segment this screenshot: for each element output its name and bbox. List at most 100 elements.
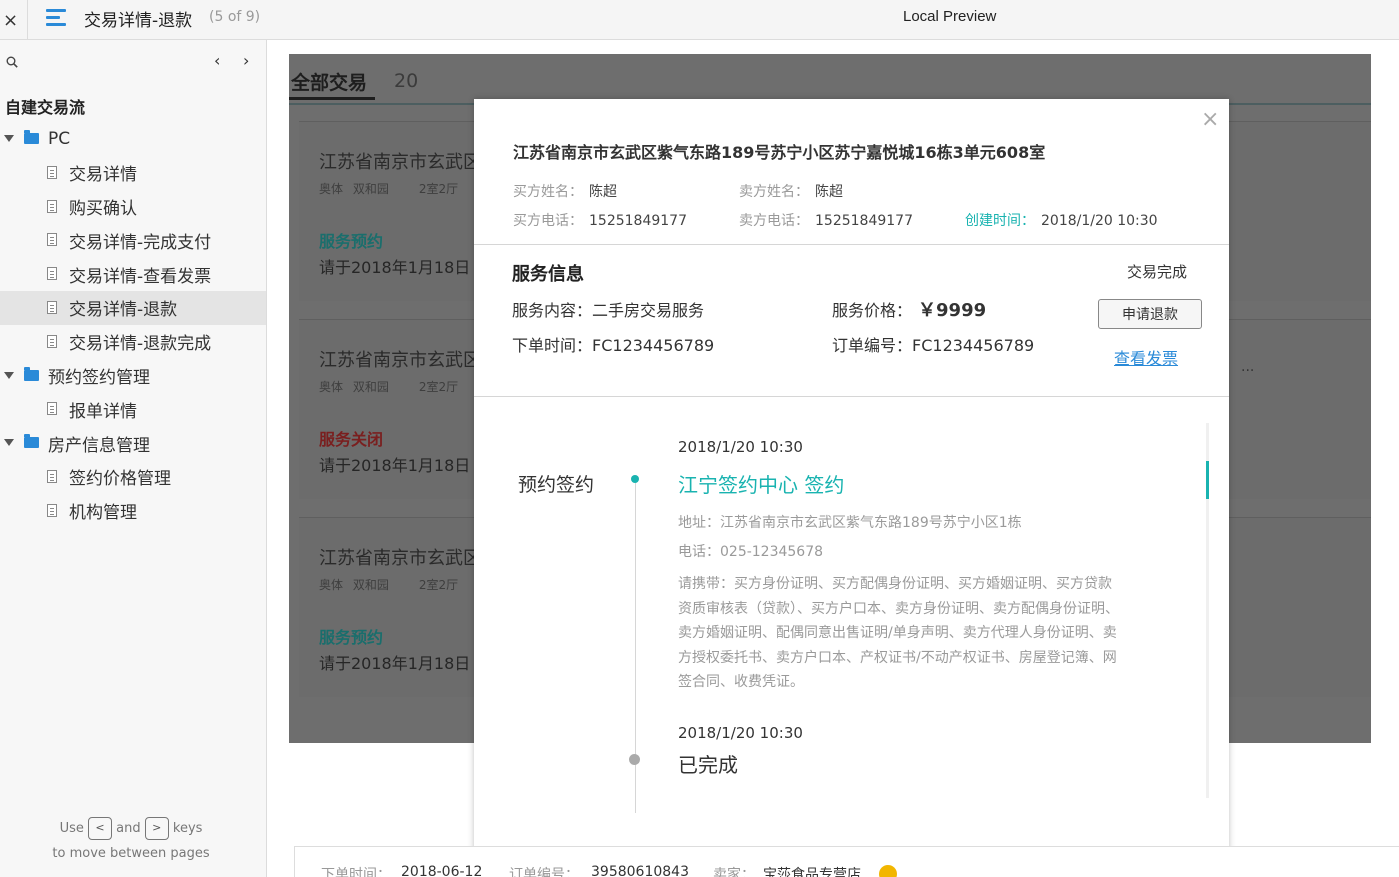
page-icon <box>47 503 57 517</box>
event-date: 2018/1/20 10:30 <box>678 724 803 742</box>
card-status: 服务关闭 <box>319 430 384 449</box>
card-meta: 奥体 双和园 2室2厅 <box>319 578 459 592</box>
seller-phone: 卖方电话： 15251849177 <box>739 213 913 229</box>
keyboard-hint: Use < and > keys to move between pages <box>0 816 262 866</box>
tree-page-item[interactable]: 交易详情-完成支付 <box>0 223 266 257</box>
left-key-icon: < <box>88 817 112 840</box>
card-address: 江苏省南京市玄武区 <box>319 350 481 371</box>
page-icon <box>47 300 57 314</box>
close-icon[interactable]: × <box>0 0 21 40</box>
service-info-title: 服务信息 <box>512 264 584 285</box>
service-info-panel: 服务信息 交易完成 服务内容：二手房交易服务 服务价格： ￥9999 下单时间：F… <box>474 244 1229 397</box>
folder-icon <box>24 130 39 144</box>
tree-folder[interactable]: 预约签约管理 <box>0 359 266 393</box>
tree-folder[interactable]: 房产信息管理 <box>0 426 266 460</box>
card-deadline: 请于2018年1月18日 <box>319 456 471 475</box>
tree-folder[interactable]: PC <box>0 122 266 156</box>
page-icon <box>47 267 57 281</box>
prev-page-icon[interactable]: ‹ <box>214 51 220 70</box>
page-icon <box>47 165 57 179</box>
current-page-title: 交易详情-退款 <box>84 11 193 31</box>
card-meta: 奥体 双和园 2室2厅 <box>319 380 459 394</box>
page-icon <box>47 402 57 416</box>
next-page-icon[interactable]: › <box>243 51 249 70</box>
event-title: 江宁签约中心 签约 <box>678 473 845 497</box>
expand-triangle-icon[interactable] <box>4 439 14 447</box>
order-no-label: 订单编号： <box>509 867 579 877</box>
event-date: 2018/1/20 10:30 <box>678 438 803 456</box>
preview-title: Local Preview <box>903 8 997 25</box>
page-label: 购买确认 <box>69 198 137 219</box>
page-counter: (5 of 9) <box>209 9 261 25</box>
order-card-peek: 下单时间： 2018-06-12 订单编号： 39580610843 卖家： 宝… <box>294 846 1399 877</box>
search-icon[interactable] <box>6 56 18 68</box>
tree-page-item[interactable]: 交易详情-退款 <box>0 290 266 325</box>
order-time-label: 下单时间： <box>321 867 391 877</box>
page-label: 交易详情-查看发票 <box>69 266 212 287</box>
tree-page-item[interactable]: 交易详情 <box>0 156 266 190</box>
page-icon <box>47 334 57 348</box>
status-badge: 交易完成 <box>1127 263 1188 281</box>
page-label: 报单详情 <box>69 401 137 422</box>
card-status: 服务预约 <box>319 628 384 647</box>
page-icon <box>47 199 57 213</box>
order-time-value: 2018-06-12 <box>401 864 483 877</box>
timeline-dot-active <box>631 475 639 483</box>
divider <box>27 0 28 40</box>
service-content: 服务内容：二手房交易服务 <box>512 301 705 320</box>
tab-underline <box>289 97 375 100</box>
folder-icon <box>24 366 39 381</box>
seller-name[interactable]: 宝莎食品专营店 <box>763 864 861 877</box>
event-phone: 电话：025-12345678 <box>678 544 824 560</box>
view-invoice-link[interactable]: 查看发票 <box>1114 345 1178 369</box>
request-refund-button[interactable]: 申请退款 <box>1098 299 1202 329</box>
page-tree: PC 交易详情购买确认交易详情-完成支付 交易详情-查看发票 交易详情-退款交易详情-… <box>0 122 266 528</box>
tree-page-item[interactable]: 报单详情 <box>0 392 266 426</box>
scrollbar-thumb[interactable] <box>1206 461 1209 499</box>
close-icon[interactable]: × <box>1201 107 1219 132</box>
property-address: 江苏省南京市玄武区紫气东路189号苏宁小区苏宁嘉悦城16栋3单元608室 <box>513 143 1046 162</box>
card-status: 服务预约 <box>319 232 384 251</box>
right-key-icon: > <box>144 817 169 840</box>
project-title: 自建交易流 <box>5 98 86 117</box>
event-address: 地址：江苏省南京市玄武区紫气东路189号苏宁小区1栋 <box>678 515 1022 531</box>
top-bar: × 交易详情-退款 (5 of 9) Local Preview <box>0 0 1399 40</box>
timeline-stage: 预约签约 <box>518 474 595 496</box>
hamburger-menu-icon[interactable] <box>46 9 66 27</box>
expand-triangle-icon[interactable] <box>4 371 14 379</box>
page-icon <box>47 233 57 247</box>
tree-page-item[interactable]: 机构管理 <box>0 494 266 528</box>
card-deadline: 请于2018年1月18日 <box>319 258 471 277</box>
tree-page-item[interactable]: 签约价格管理 <box>0 460 266 494</box>
page-icon <box>47 469 57 483</box>
timeline: 预约签约 2018/1/20 10:30 江宁签约中心 签约 地址：江苏省南京市… <box>474 423 1214 823</box>
folder-icon <box>24 434 39 449</box>
folder-label: 预约签约管理 <box>48 367 150 388</box>
card-address: 江苏省南京市玄武区 <box>319 548 481 569</box>
card-deadline: 请于2018年1月18日 <box>319 654 471 673</box>
page-label: 交易详情-完成支付 <box>69 232 212 253</box>
folder-label: 房产信息管理 <box>48 435 150 456</box>
event-title-completed: 已完成 <box>678 753 738 777</box>
ellipsis: ... <box>1241 359 1255 375</box>
tree-page-item[interactable]: 购买确认 <box>0 190 266 224</box>
tab-count: 20 <box>394 70 419 92</box>
event-documents: 请携带：买方身份证明、买方配偶身份证明、买方婚姻证明、买方贷款资质审核表（贷款）… <box>678 576 1119 690</box>
seller-name: 卖方姓名： 陈超 <box>739 184 843 200</box>
folder-label: PC <box>48 128 71 149</box>
tab-all-transactions[interactable]: 全部交易 <box>291 68 367 95</box>
page-label: 交易详情-退款 <box>69 300 178 321</box>
transaction-detail-modal: × 江苏省南京市玄武区紫气东路189号苏宁小区苏宁嘉悦城16栋3单元608室 买… <box>474 99 1229 877</box>
buyer-name: 买方姓名： 陈超 <box>513 184 617 200</box>
seller-label: 卖家： <box>713 867 755 877</box>
page-label: 签约价格管理 <box>69 469 171 490</box>
card-address: 江苏省南京市玄武区 <box>319 152 481 173</box>
order-no-value: 39580610843 <box>591 864 689 877</box>
timeline-dot <box>629 754 640 765</box>
expand-triangle-icon[interactable] <box>4 135 14 142</box>
tree-page-item[interactable]: 交易详情-退款完成 <box>0 325 266 359</box>
page-label: 交易详情-退款完成 <box>69 334 212 355</box>
tree-page-item[interactable]: 交易详情-查看发票 <box>0 257 266 291</box>
sidebar: ‹ › 自建交易流 PC 交易详情购买确认交易详情-完成支付 交易详情-查看发票 交易… <box>0 40 267 877</box>
shop-badge-icon <box>879 865 897 877</box>
